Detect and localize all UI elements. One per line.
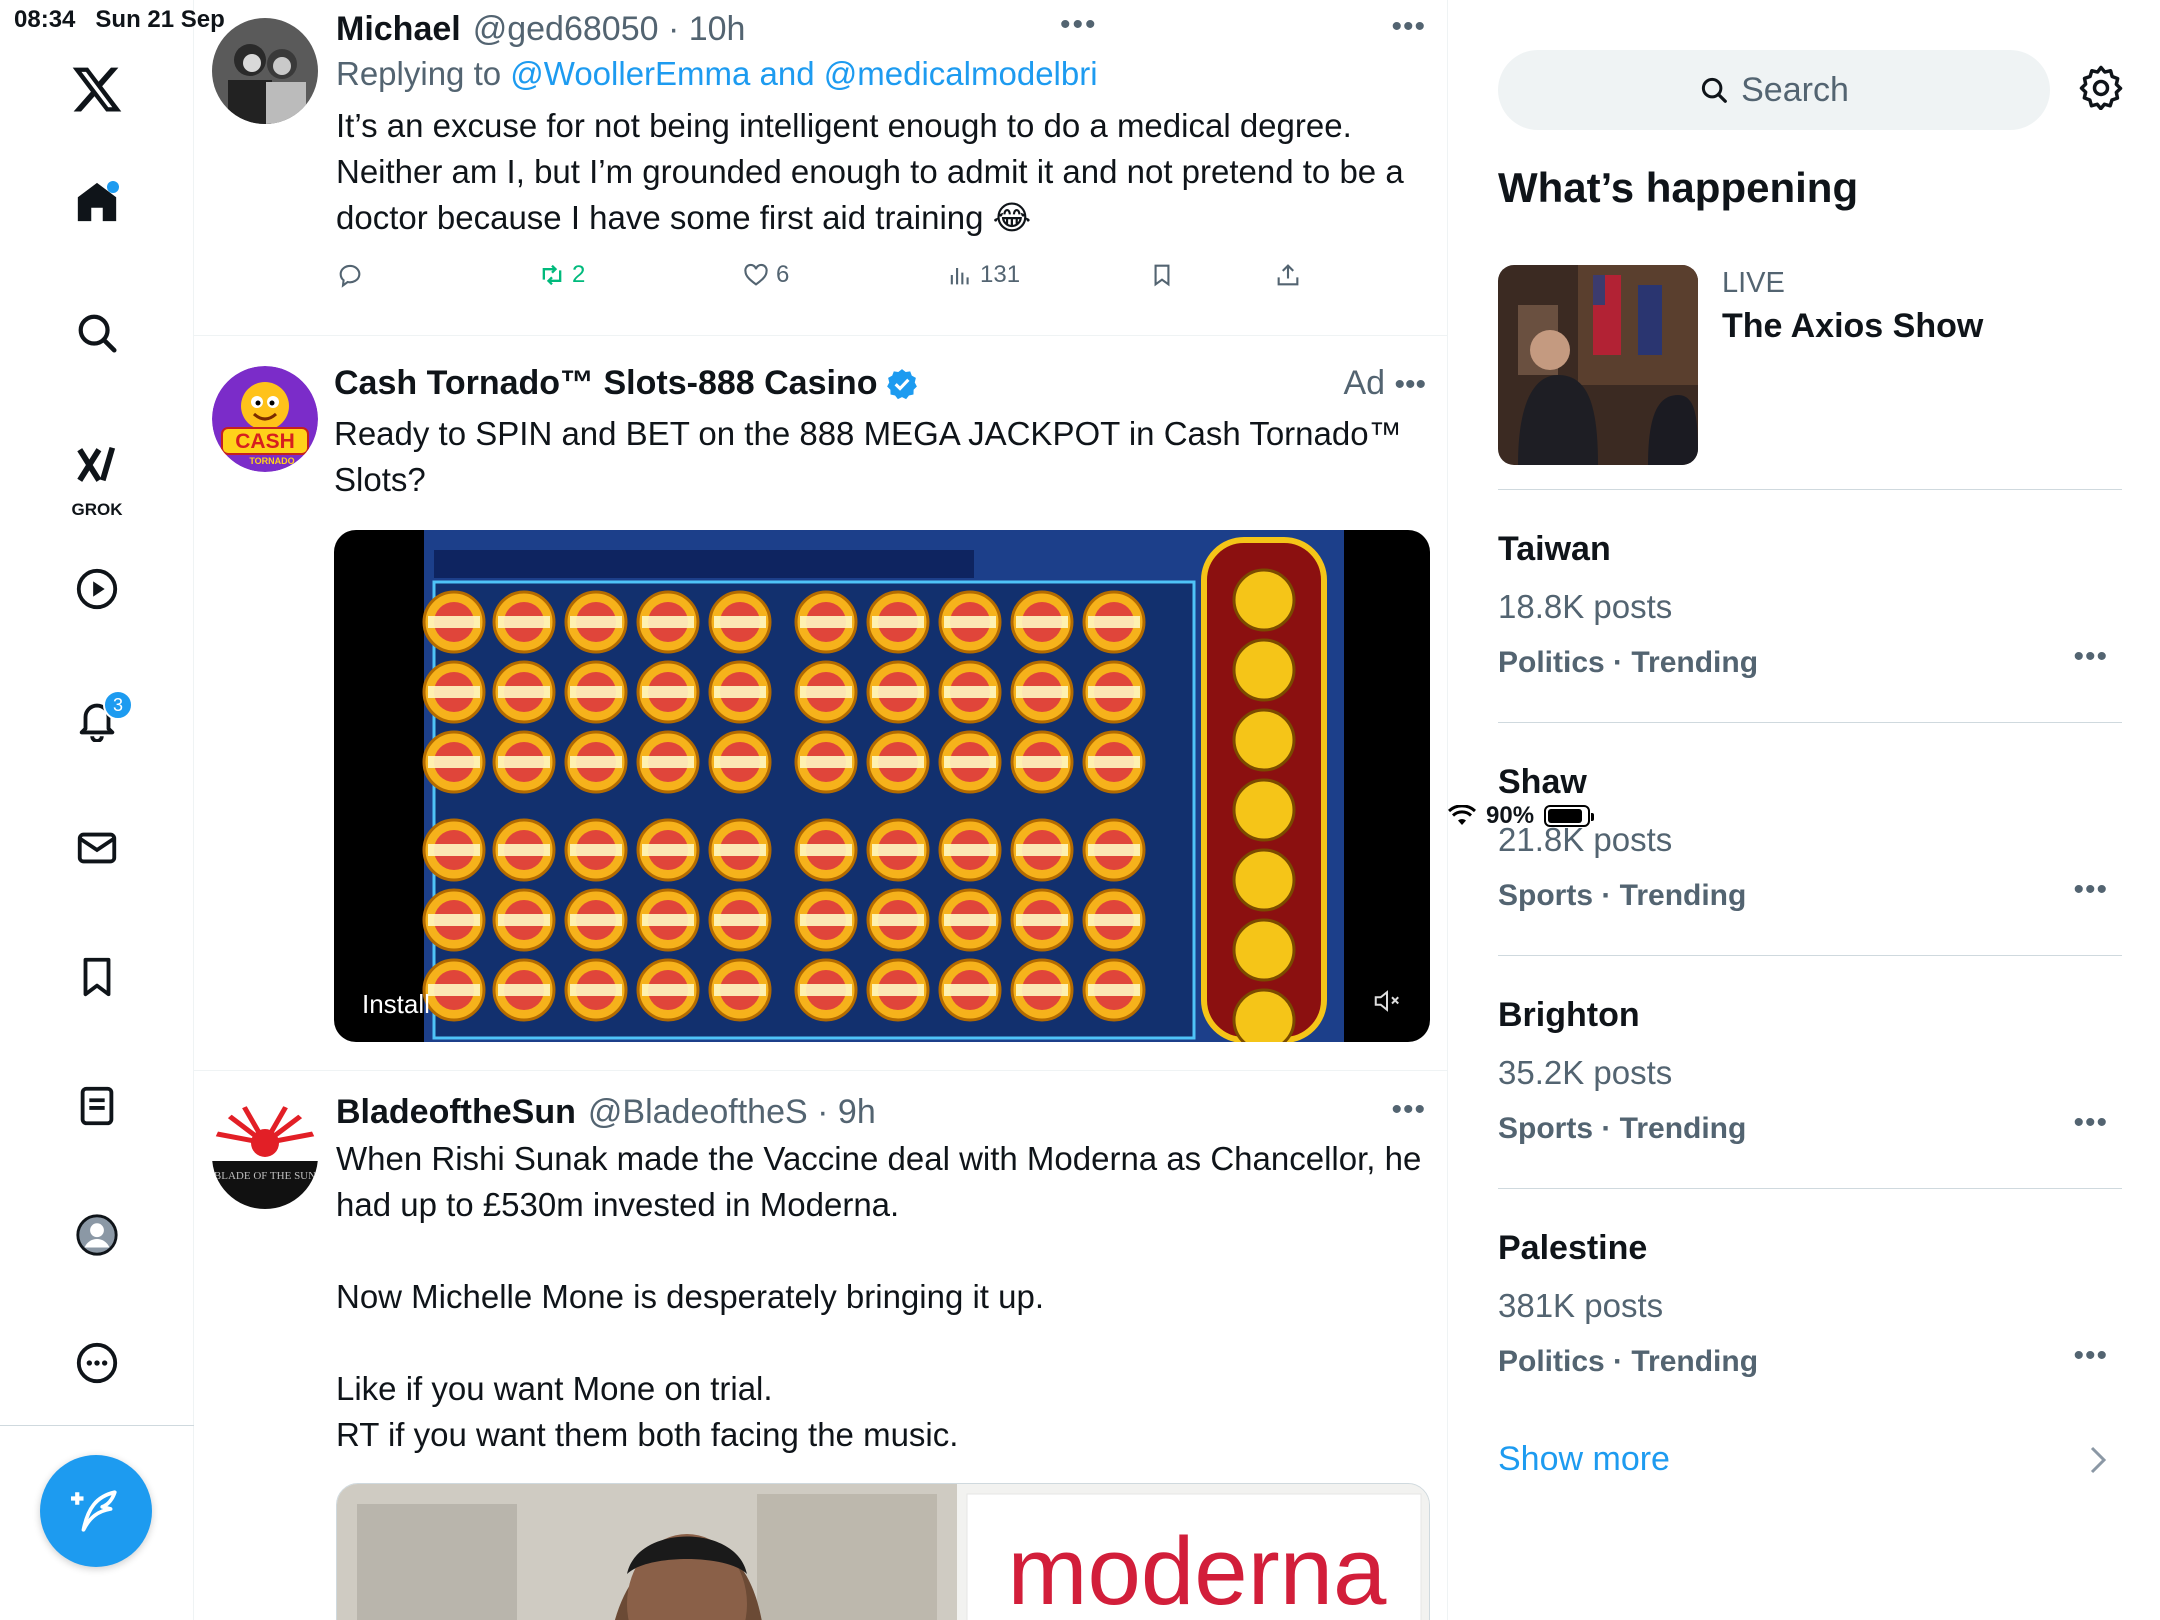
author-handle: @BladeoftheS · 9h — [587, 1093, 876, 1131]
tweet-text: When Rishi Sunak made the Vaccine deal w… — [336, 1140, 1422, 1453]
tweet[interactable]: Michael @ged68050 · 10h ••• Replying to … — [194, 0, 1447, 336]
x-logo-icon[interactable] — [47, 44, 147, 134]
tweet-image[interactable]: moderna — [336, 1483, 1430, 1620]
status-time: 08:34 Sun 21 Sep — [14, 6, 225, 33]
promoted-tweet[interactable]: CASH TORNADO Cash Tornado™ Slots-888 Cas… — [194, 336, 1447, 1071]
search-icon — [78, 314, 117, 353]
play-icon — [76, 568, 118, 610]
bookmark-button[interactable] — [1148, 261, 1274, 289]
tweet-header: Cash Tornado™ Slots-888 Casino — [334, 364, 1430, 403]
heart-icon — [744, 263, 768, 286]
nav-lists[interactable] — [47, 1061, 147, 1151]
avatar[interactable]: CASH TORNADO — [212, 366, 318, 472]
share-button[interactable] — [1274, 261, 1302, 289]
tweet-more-icon[interactable]: ••• — [1391, 1093, 1426, 1127]
repost-button[interactable]: 2 — [538, 261, 742, 289]
author-name[interactable]: BladeoftheSun — [336, 1093, 576, 1132]
ad-label: Ad ••• — [1343, 364, 1426, 402]
grok-label: GROK — [71, 500, 123, 519]
profile-icon — [76, 1214, 118, 1256]
install-button[interactable]: Install — [362, 989, 430, 1020]
tweet-more-icon[interactable]: ••• — [1394, 368, 1426, 401]
like-count: 6 — [776, 261, 790, 288]
replying-to-link[interactable]: @WoollerEmma and @medicalmodelbri — [510, 55, 1097, 92]
battery-icon — [1544, 805, 1595, 827]
tweet-text: Ready to SPIN and BET on the 888 MEGA JA… — [334, 415, 1402, 498]
nav-messages[interactable] — [47, 803, 147, 893]
nav-home[interactable] — [47, 157, 147, 247]
nav-notifications[interactable]: 3 — [47, 674, 147, 764]
avatar-subtext: TORNADO — [249, 456, 294, 466]
mute-icon[interactable] — [1370, 986, 1404, 1016]
bookmark-icon — [83, 957, 111, 997]
moderna-logo-text: moderna — [1008, 1518, 1388, 1620]
status-right: 90% — [1448, 6, 2160, 1620]
repost-icon — [542, 264, 562, 286]
verified-badge-icon — [887, 368, 918, 399]
avatar-text: CASH — [235, 430, 295, 453]
share-icon — [1277, 264, 1299, 286]
slot-machine-image — [422, 530, 1344, 1042]
avatar[interactable]: BLADE OF THE SUN — [212, 1103, 318, 1209]
author-name[interactable]: Cash Tornado™ Slots-888 Casino — [334, 364, 877, 403]
wifi-icon — [1448, 805, 1476, 825]
battery-percent: 90% — [1486, 802, 1535, 829]
left-nav: GROK 3 — [0, 0, 194, 1620]
view-count: 131 — [980, 261, 1021, 288]
reply-icon — [339, 264, 361, 288]
like-button[interactable]: 6 — [742, 261, 946, 289]
nav-explore[interactable] — [47, 288, 147, 378]
list-icon — [80, 1086, 114, 1126]
replying-to: Replying to @WoollerEmma and @medicalmod… — [336, 55, 1098, 92]
bookmark-icon — [1154, 264, 1170, 287]
mail-icon — [77, 832, 117, 864]
notification-badge: 3 — [103, 690, 133, 720]
more-icon — [76, 1342, 118, 1384]
status-bar: 08:34 Sun 21 Sep 90% — [0, 0, 2160, 829]
nav-profile[interactable] — [47, 1190, 147, 1280]
moderna-photo: moderna — [337, 1484, 1429, 1620]
views-button[interactable]: 131 — [946, 261, 1148, 289]
tweet[interactable]: BLADE OF THE SUN BladeoftheSun @Bladeoft… — [194, 1071, 1447, 1620]
nav-videos[interactable] — [47, 544, 147, 634]
grok-icon — [77, 446, 116, 482]
home-notification-dot — [107, 181, 119, 193]
nav-more[interactable] — [47, 1318, 147, 1408]
compose-icon — [71, 1490, 117, 1532]
timeline-feed: ••• Michael @ged68050 · 10h ••• Replying… — [194, 0, 1448, 1620]
nav-bookmarks[interactable] — [47, 932, 147, 1022]
tweet-actions: 2 6 131 — [336, 255, 1430, 295]
tweet-text: It’s an excuse for not being intelligent… — [336, 107, 1404, 236]
compose-button[interactable] — [40, 1455, 152, 1567]
nav-divider — [0, 1425, 194, 1426]
ad-video[interactable]: Install — [334, 530, 1430, 1042]
avatar-text: BLADE OF THE SUN — [214, 1170, 316, 1182]
views-icon — [950, 268, 969, 285]
tweet-header: BladeoftheSun @BladeoftheS · 9h — [336, 1093, 1430, 1132]
nav-grok[interactable]: GROK — [47, 420, 147, 530]
reply-button[interactable] — [336, 261, 538, 289]
repost-count: 2 — [572, 261, 586, 288]
